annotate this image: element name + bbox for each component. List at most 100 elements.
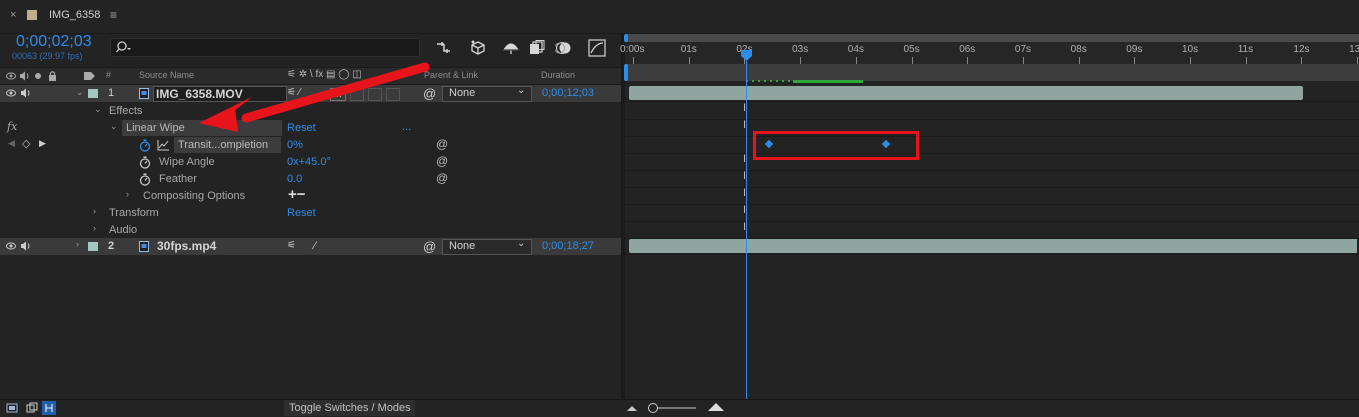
search-field[interactable] bbox=[133, 40, 417, 55]
audio-row[interactable]: › Audio bbox=[0, 222, 622, 239]
effect-more-options[interactable]: ... bbox=[402, 121, 411, 133]
transform-reset-link[interactable]: Reset bbox=[287, 207, 316, 219]
effects-chevron[interactable]: ⌄ bbox=[94, 104, 102, 115]
property-name[interactable]: Feather bbox=[159, 173, 197, 185]
parent-dropdown[interactable]: None ⌄ bbox=[442, 238, 532, 255]
label-color-swatch[interactable] bbox=[88, 242, 98, 251]
switch-box-3[interactable] bbox=[386, 88, 400, 101]
layer-bar-2[interactable] bbox=[629, 239, 1357, 253]
playhead-handle[interactable] bbox=[740, 50, 753, 62]
frame-blending-icon[interactable] bbox=[528, 40, 546, 56]
duration-column-header[interactable]: Duration bbox=[541, 70, 575, 80]
property-value[interactable]: 0x+45.0° bbox=[287, 156, 331, 168]
footage-icon bbox=[139, 241, 149, 252]
close-icon[interactable]: × bbox=[10, 9, 16, 21]
effect-chevron[interactable]: ⌄ bbox=[110, 121, 118, 132]
marker: I bbox=[743, 102, 747, 114]
time-ruler[interactable]: 0:00s 01s 02s 03s 04s 05s 06s 07s 08s 09s 10s 11s 12… bbox=[620, 42, 1359, 64]
property-row-wipe-angle[interactable]: Wipe Angle 0x+45.0° @ bbox=[0, 154, 622, 171]
audio-icon[interactable] bbox=[20, 241, 32, 251]
render-settings-icon[interactable] bbox=[6, 402, 18, 414]
layer-duration[interactable]: 0;00;12;03 bbox=[542, 87, 594, 99]
pickwhip-icon[interactable]: @ bbox=[436, 154, 448, 168]
pickwhip-icon[interactable]: @ bbox=[423, 86, 436, 101]
switch-box-2[interactable] bbox=[368, 88, 382, 101]
in-out-toggle-icon[interactable] bbox=[42, 401, 56, 415]
effect-row-linear-wipe[interactable]: fx ⌄ Linear Wipe Reset ... bbox=[0, 120, 622, 137]
ruler-label: 03s bbox=[792, 44, 809, 55]
effect-reset-link[interactable]: Reset bbox=[287, 122, 316, 134]
source-name-column-header[interactable]: Source Name bbox=[139, 70, 194, 80]
tab-bar: × IMG_6358 ≡ bbox=[0, 0, 1359, 34]
quality-switch[interactable]: ∕ bbox=[314, 240, 316, 252]
stopwatch-icon[interactable] bbox=[139, 156, 151, 169]
ruler-tick bbox=[911, 57, 913, 64]
layer-duration[interactable]: 0;00;18;27 bbox=[542, 240, 594, 252]
switches-column-header: ⚟ ✲ \ fx ▤ ◯ ◫ bbox=[287, 69, 362, 80]
composition-tab-title[interactable]: IMG_6358 bbox=[49, 9, 100, 21]
zoom-slider-thumb[interactable] bbox=[648, 403, 658, 413]
property-name[interactable]: Wipe Angle bbox=[159, 156, 215, 168]
current-timecode[interactable]: 0;00;02;03 bbox=[16, 33, 92, 51]
zoom-out-icon[interactable] bbox=[627, 404, 637, 412]
property-row-feather[interactable]: Feather 0.0 @ bbox=[0, 171, 622, 188]
composition-flowchart-icon[interactable] bbox=[436, 40, 454, 56]
compositing-chevron[interactable]: › bbox=[126, 189, 129, 199]
property-name[interactable]: Transit...ompletion bbox=[178, 139, 268, 151]
property-value[interactable]: 0% bbox=[287, 139, 303, 151]
graph-icon[interactable] bbox=[157, 140, 169, 151]
label-color-swatch[interactable] bbox=[88, 89, 98, 98]
layer-expand-chevron[interactable]: › bbox=[76, 239, 79, 249]
layer-bar-1[interactable] bbox=[629, 86, 1303, 100]
ruler-tick bbox=[633, 57, 634, 64]
ruler-tick bbox=[800, 57, 802, 64]
property-row-transition-completion[interactable]: ◀ ◇ ▶ Transit...ompletion 0% @ bbox=[0, 137, 622, 154]
shy-layers-icon[interactable] bbox=[502, 40, 520, 56]
work-area-range[interactable] bbox=[625, 64, 1359, 81]
audio-chevron[interactable]: › bbox=[93, 223, 96, 233]
composition-icon bbox=[27, 10, 37, 20]
work-area-range-handle[interactable] bbox=[624, 64, 628, 81]
eye-icon[interactable] bbox=[6, 88, 16, 98]
layer-name[interactable]: 30fps.mp4 bbox=[157, 239, 216, 253]
ruler-label: 06s bbox=[959, 44, 976, 55]
transform-chevron[interactable]: › bbox=[93, 206, 96, 216]
work-area-start-handle[interactable] bbox=[624, 34, 628, 42]
search-input[interactable] bbox=[110, 38, 420, 57]
property-value[interactable]: 0.0 bbox=[287, 173, 302, 185]
pickwhip-icon[interactable]: @ bbox=[423, 239, 436, 254]
parent-dropdown[interactable]: None ⌄ bbox=[442, 85, 532, 102]
audio-icon[interactable] bbox=[20, 88, 32, 98]
zoom-in-icon[interactable] bbox=[708, 402, 724, 412]
add-keyframe-icon[interactable]: ◇ bbox=[22, 137, 30, 150]
layer-switches[interactable]: ⚟ bbox=[287, 240, 296, 251]
compositing-options-row[interactable]: › Compositing Options +− bbox=[0, 186, 622, 205]
draft-3d-icon[interactable] bbox=[469, 39, 487, 57]
effects-row[interactable]: ⌄ Effects bbox=[0, 103, 622, 120]
layer-row-1[interactable]: ⌄ 1 IMG_6358.MOV ⚟ ∕ fx @ None ⌄ 0;00;12… bbox=[0, 85, 622, 102]
graph-editor-icon[interactable] bbox=[588, 39, 606, 57]
stopwatch-icon[interactable] bbox=[139, 173, 151, 186]
stopwatch-icon-active[interactable] bbox=[139, 139, 151, 152]
layer-switches[interactable]: ⚟ ∕ bbox=[287, 87, 300, 98]
pickwhip-icon[interactable]: @ bbox=[436, 137, 448, 151]
compositing-add-remove[interactable]: +− bbox=[288, 186, 306, 203]
motion-blur-icon[interactable] bbox=[555, 40, 573, 56]
menu-icon[interactable]: ≡ bbox=[110, 8, 117, 22]
prev-keyframe-icon[interactable]: ◀ bbox=[8, 138, 15, 149]
layer-expand-chevron[interactable]: ⌄ bbox=[76, 87, 84, 98]
pickwhip-icon[interactable]: @ bbox=[436, 171, 448, 185]
footage-icon bbox=[139, 88, 149, 99]
switch-box-1[interactable] bbox=[350, 88, 364, 101]
toggle-switches-modes-button[interactable]: Toggle Switches / Modes bbox=[284, 400, 415, 416]
eye-icon[interactable] bbox=[6, 241, 16, 251]
work-area-bar[interactable] bbox=[625, 34, 1359, 42]
layer-row-2[interactable]: › 2 30fps.mp4 ⚟ ∕ @ None ⌄ 0;00;18;27 bbox=[0, 238, 622, 255]
layer-switches-toggle-icon[interactable] bbox=[26, 402, 38, 414]
effect-name[interactable]: Linear Wipe bbox=[126, 122, 185, 134]
transform-row[interactable]: › Transform Reset bbox=[0, 205, 622, 222]
next-keyframe-icon[interactable]: ▶ bbox=[39, 138, 46, 149]
layer-name[interactable]: IMG_6358.MOV bbox=[153, 86, 287, 102]
parent-link-column-header[interactable]: Parent & Link bbox=[424, 70, 478, 80]
fx-switch[interactable]: fx bbox=[330, 88, 346, 101]
